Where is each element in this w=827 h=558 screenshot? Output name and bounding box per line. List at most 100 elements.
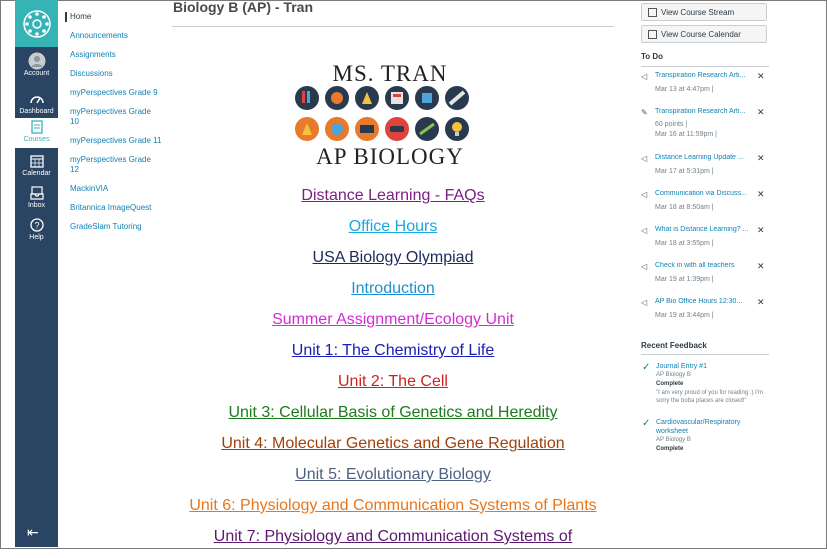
unit-link[interactable]: Distance Learning - FAQs xyxy=(172,186,614,206)
todo-date: Mar 18 at 3:55pm | xyxy=(655,240,714,247)
account-avatar-icon xyxy=(28,52,46,70)
page-title: Biology B (AP) - Tran xyxy=(173,0,313,15)
course-nav-assignments[interactable]: Assignments xyxy=(70,50,162,60)
todo-date: Mar 17 at 5:31pm | xyxy=(655,168,714,175)
unit-link[interactable]: Unit 3: Cellular Basis of Genetics and H… xyxy=(172,403,614,423)
course-banner-image: MS. TRAN AP BIOLOGY xyxy=(292,62,488,170)
course-nav-myperspectives-11[interactable]: myPerspectives Grade 11 xyxy=(70,136,162,146)
courses-book-icon xyxy=(28,118,46,136)
dismiss-close-icon[interactable]: ✕ xyxy=(757,297,765,308)
todo-title-link[interactable]: Check in with all teachers xyxy=(655,262,753,269)
todo-title-link[interactable]: AP Bio Office Hours 12:30... xyxy=(655,298,753,305)
view-course-stream-label: View Course Stream xyxy=(661,7,735,17)
megaphone-icon: ◁ xyxy=(641,226,648,235)
todo-divider xyxy=(641,66,769,67)
nav-calendar-label: Calendar xyxy=(22,170,51,177)
todo-points: 60 points | xyxy=(655,121,688,128)
dismiss-close-icon[interactable]: ✕ xyxy=(757,107,765,118)
megaphone-icon: ◁ xyxy=(641,154,648,163)
help-icon: ? xyxy=(28,216,46,234)
dismiss-close-icon[interactable]: ✕ xyxy=(757,225,765,236)
inbox-icon xyxy=(28,184,46,202)
course-nav-announcements[interactable]: Announcements xyxy=(70,31,162,41)
megaphone-icon: ◁ xyxy=(641,190,648,199)
course-nav-myperspectives-9[interactable]: myPerspectives Grade 9 xyxy=(70,88,162,98)
canvas-logo[interactable] xyxy=(15,0,58,47)
unit-link[interactable]: USA Biology Olympiad xyxy=(172,248,614,268)
course-nav-britannica[interactable]: Britannica ImageQuest xyxy=(70,203,162,213)
science-icons-grid xyxy=(295,86,469,141)
megaphone-icon: ◁ xyxy=(641,262,648,271)
todo-date: Mar 18 at 8:50am | xyxy=(655,204,714,211)
nav-dashboard[interactable]: Dashboard xyxy=(15,90,58,115)
dismiss-close-icon[interactable]: ✕ xyxy=(757,153,765,164)
course-nav-myperspectives-12[interactable]: myPerspectives Grade 12 xyxy=(70,155,162,175)
title-divider xyxy=(172,26,614,27)
unit-link[interactable]: Unit 7: Physiology and Communication Sys… xyxy=(172,527,614,547)
course-nav-discussions[interactable]: Discussions xyxy=(70,69,162,79)
banner-subtitle: AP BIOLOGY xyxy=(316,144,464,169)
unit-link[interactable]: Unit 5: Evolutionary Biology xyxy=(172,465,614,485)
unit-link[interactable]: Unit 4: Molecular Genetics and Gene Regu… xyxy=(172,434,614,454)
collapse-nav-icon[interactable]: ⇤ xyxy=(27,524,39,541)
course-nav: Home Announcements Assignments Discussio… xyxy=(65,12,162,241)
nav-help-label: Help xyxy=(29,234,44,241)
todo-title-link[interactable]: Distance Learning Update ... xyxy=(655,154,753,161)
nav-account[interactable]: Account xyxy=(15,52,58,77)
todo-title-link[interactable]: What is Distance Learning? ... xyxy=(655,226,753,233)
svg-text:?: ? xyxy=(34,221,39,231)
checkmark-icon: ✓ xyxy=(642,418,651,429)
feedback-comment: "I am very proud of you for reading :) I… xyxy=(656,390,763,404)
unit-link[interactable]: Introduction xyxy=(172,279,614,299)
megaphone-icon: ◁ xyxy=(641,298,648,307)
course-nav-myperspectives-10[interactable]: myPerspectives Grade 10 xyxy=(70,107,162,127)
nav-dashboard-label: Dashboard xyxy=(19,108,54,115)
todo-date: Mar 13 at 4:47pm | xyxy=(655,86,714,93)
todo-heading: To Do xyxy=(641,52,664,61)
calendar-icon xyxy=(28,152,46,170)
feedback-title[interactable]: Cardiovascular/Respiratory worksheet xyxy=(656,418,764,436)
nav-courses-label: Courses xyxy=(23,136,50,143)
recent-feedback-heading: Recent Feedback xyxy=(641,341,707,350)
todo-date: Mar 19 at 3:44pm | xyxy=(655,312,714,319)
feedback-course: AP Biology B xyxy=(656,437,691,443)
unit-link[interactable]: Unit 6: Physiology and Communication Sys… xyxy=(172,496,614,516)
feedback-course: AP Biology B xyxy=(656,372,691,378)
todo-title-link[interactable]: Transpiration Research Arti... xyxy=(655,72,753,79)
nav-inbox[interactable]: Inbox xyxy=(15,184,58,209)
assignment-icon: ✎ xyxy=(641,108,648,117)
course-nav-home[interactable]: Home xyxy=(65,12,162,22)
view-course-calendar-label: View Course Calendar xyxy=(661,29,741,39)
nav-account-label: Account xyxy=(23,70,50,77)
unit-link[interactable]: Unit 1: The Chemistry of Life xyxy=(172,341,614,361)
dismiss-close-icon[interactable]: ✕ xyxy=(757,261,765,272)
todo-date: Mar 16 at 11:59pm | xyxy=(655,131,717,138)
calendar-small-icon xyxy=(648,29,657,39)
unit-link-list: Distance Learning - FAQs Office Hours USA … xyxy=(172,186,614,558)
view-course-calendar-button[interactable]: View Course Calendar xyxy=(641,25,767,43)
feedback-title[interactable]: Journal Entry #1 xyxy=(656,362,764,371)
dismiss-close-icon[interactable]: ✕ xyxy=(757,189,765,200)
nav-courses[interactable]: Courses xyxy=(15,118,58,148)
view-course-stream-button[interactable]: View Course Stream xyxy=(641,3,767,21)
course-nav-gradeslam[interactable]: GradeSlam Tutoring xyxy=(70,222,162,232)
feedback-status: Complete xyxy=(656,381,684,387)
course-nav-mackinvia[interactable]: MackinVIA xyxy=(70,184,162,194)
todo-title-link[interactable]: Communication via Discuss... xyxy=(655,190,753,197)
dismiss-close-icon[interactable]: ✕ xyxy=(757,71,765,82)
nav-calendar[interactable]: Calendar xyxy=(15,152,58,177)
unit-link[interactable]: Summer Assignment/Ecology Unit xyxy=(172,310,614,330)
checkmark-icon: ✓ xyxy=(642,362,651,373)
dashboard-icon xyxy=(28,90,46,108)
megaphone-icon: ◁ xyxy=(641,72,648,81)
todo-title-link[interactable]: Transpiration Research Arti... xyxy=(655,108,753,115)
unit-link[interactable]: Unit 2: The Cell xyxy=(172,372,614,392)
nav-inbox-label: Inbox xyxy=(27,202,46,209)
unit-link[interactable]: Office Hours xyxy=(172,217,614,237)
recent-feedback-divider xyxy=(641,354,769,355)
feedback-status: Complete xyxy=(656,446,684,452)
todo-date: Mar 19 at 1:39pm | xyxy=(655,276,714,283)
nav-help[interactable]: ? Help xyxy=(15,216,58,241)
icon-row-bottom xyxy=(295,117,469,141)
global-nav: Account Dashboard Courses Calendar Inbox… xyxy=(15,0,58,547)
